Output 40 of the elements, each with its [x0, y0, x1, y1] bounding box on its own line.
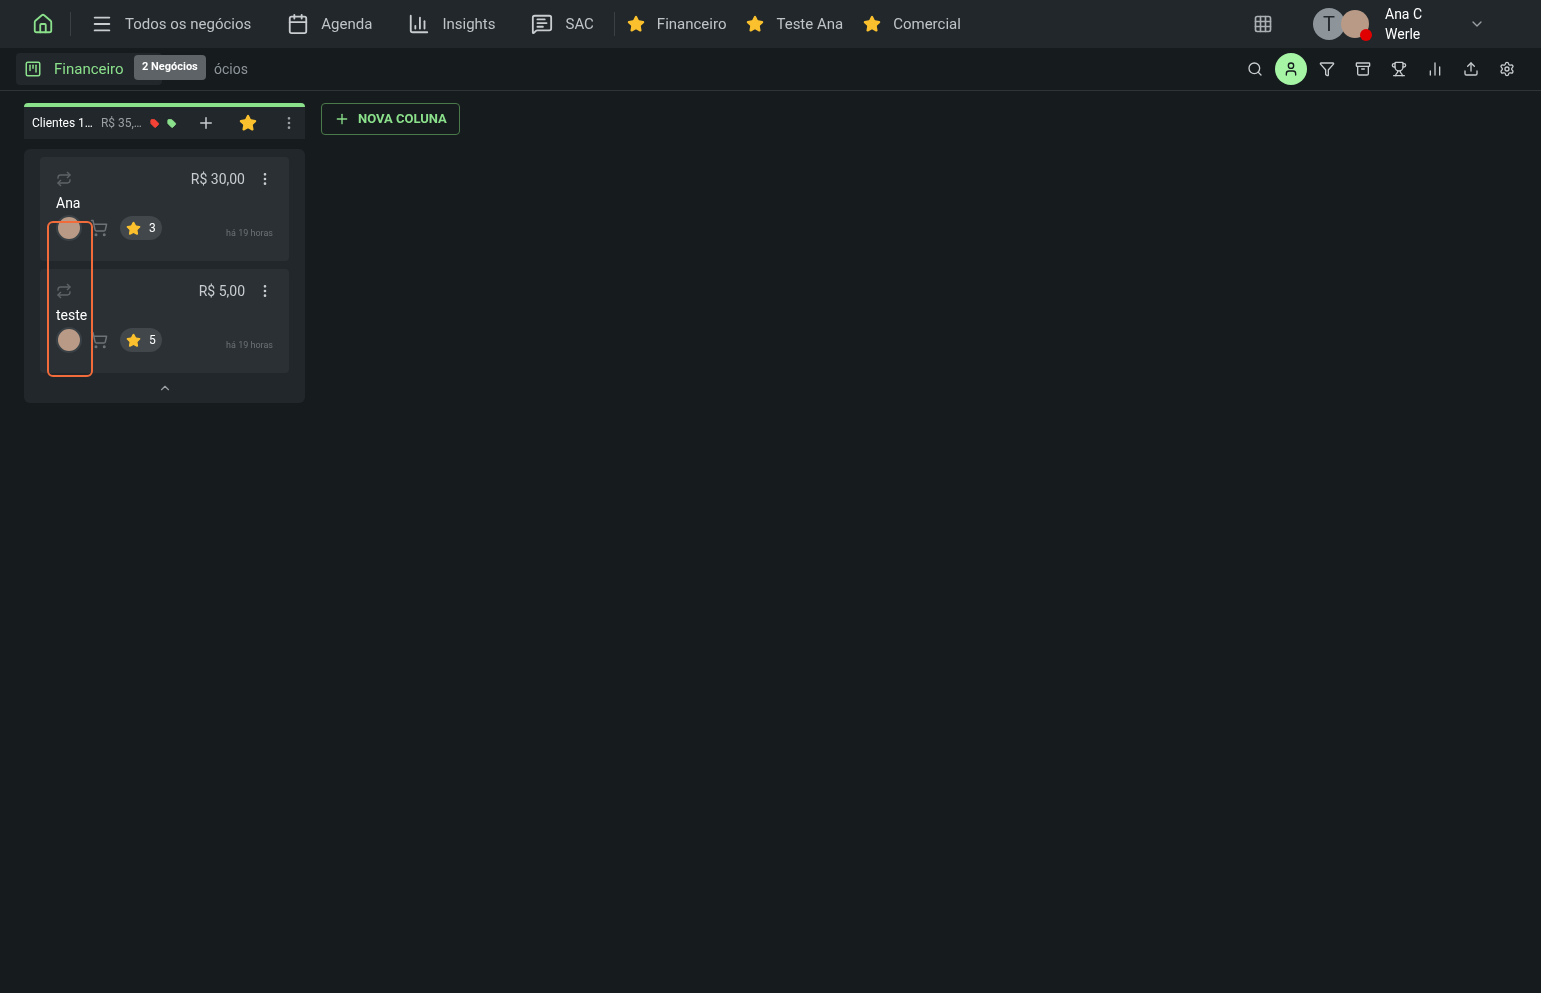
star-icon	[626, 15, 645, 33]
rating-badge: 3	[120, 216, 162, 240]
deal-title: Ana	[56, 194, 82, 213]
star-icon[interactable]	[239, 114, 257, 132]
nav-link[interactable]: Todos os negócios	[91, 12, 252, 36]
nav-link[interactable]: Financeiro	[626, 12, 727, 36]
nav-link[interactable]: Comercial	[863, 12, 961, 36]
nav-link[interactable]: Insights	[408, 12, 496, 36]
transfer-icon	[56, 283, 72, 299]
breadcrumb-text: ócios	[214, 60, 248, 79]
nav-link[interactable]: Teste Ana	[746, 12, 844, 36]
plus-icon	[334, 111, 350, 127]
board-icon	[24, 60, 42, 78]
nav-link[interactable]: Agenda	[287, 12, 373, 36]
avatar	[56, 215, 82, 241]
cart-icon	[90, 331, 108, 349]
new-column-button[interactable]: NOVA COLUNA	[321, 103, 460, 135]
nav-link[interactable]: SAC	[531, 12, 594, 36]
add-icon[interactable]	[197, 114, 215, 132]
deal-value: R$ 5,00	[198, 282, 245, 301]
column-total: R$ 35,…	[100, 115, 142, 131]
star-icon	[746, 15, 765, 33]
avatar	[1341, 10, 1369, 38]
calendar-icon	[287, 13, 310, 35]
column-title: Clientes 1…	[32, 115, 93, 131]
rating-badge: 5	[120, 328, 162, 352]
star-icon	[863, 15, 882, 33]
deal-value: R$ 30,00	[190, 170, 245, 189]
tooltip: 2 Negócios	[134, 55, 206, 80]
avatar	[56, 327, 82, 353]
user-name: Ana C Werle	[1385, 5, 1424, 44]
person-icon[interactable]	[1275, 53, 1307, 85]
chat-icon	[531, 13, 554, 35]
transfer-icon	[56, 171, 72, 187]
home-button[interactable]	[32, 13, 54, 35]
apps-grid-icon[interactable]	[1253, 14, 1273, 34]
initial-avatar: T	[1313, 8, 1345, 40]
deal-title: teste	[56, 306, 89, 325]
bar-chart-icon	[408, 13, 431, 35]
cart-icon	[90, 219, 108, 237]
